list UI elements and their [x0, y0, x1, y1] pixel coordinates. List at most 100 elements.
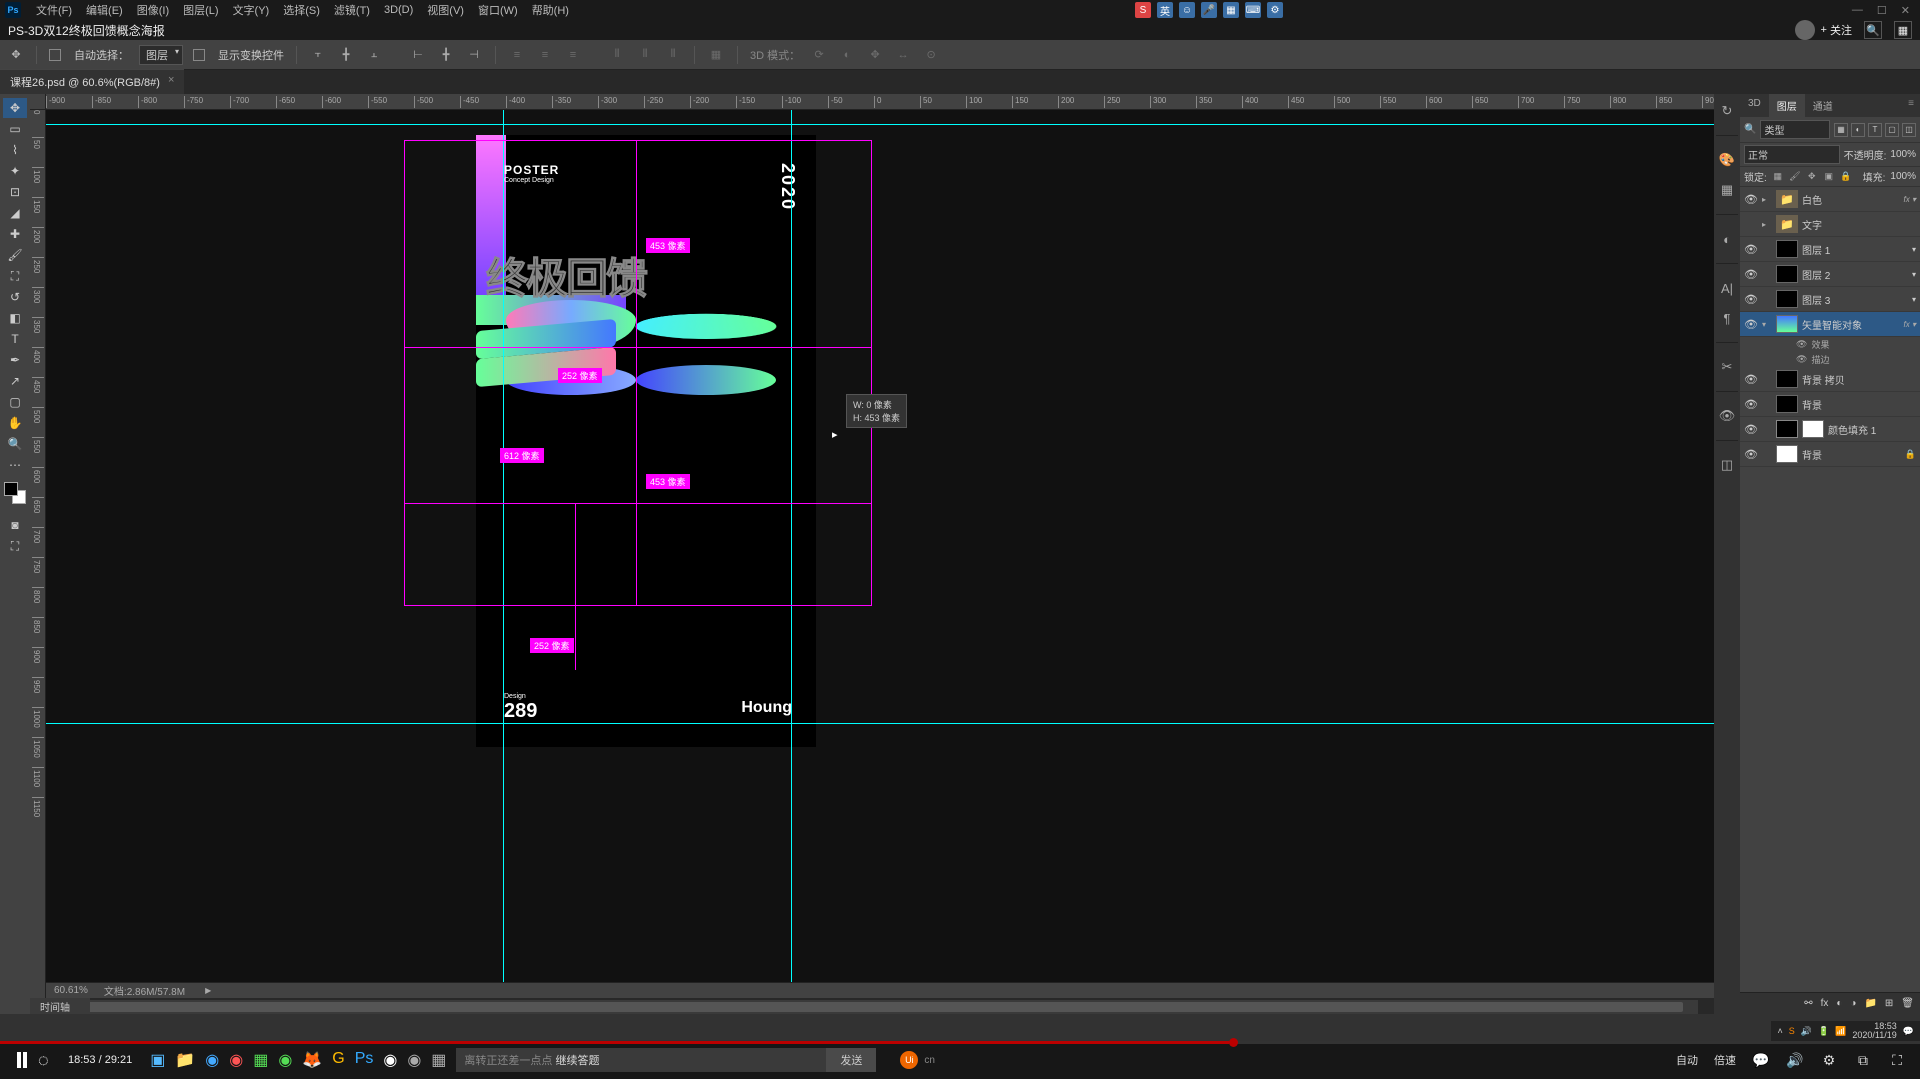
taskbar-app-icon[interactable]: ◉ [278, 1050, 292, 1070]
filter-pixel-icon[interactable]: ▦ [1834, 123, 1848, 137]
layer-name[interactable]: 颜色填充 1 [1828, 422, 1916, 437]
video-progress-bar[interactable] [0, 1041, 1920, 1044]
eyedropper-tool[interactable]: ◢ [3, 203, 27, 223]
visibility-icon[interactable]: 👁 [1744, 423, 1758, 436]
shape-tool[interactable]: ▢ [3, 392, 27, 412]
menu-3d[interactable]: 3D(D) [377, 4, 420, 16]
expand-icon[interactable]: ▸ [1762, 220, 1772, 229]
taskbar-app-icon[interactable]: G [332, 1050, 344, 1070]
dock-swatches-icon[interactable]: ▦ [1718, 181, 1736, 199]
tray-icon[interactable]: 🔋 [1818, 1026, 1829, 1037]
align-left-icon[interactable]: ⊢ [409, 46, 427, 64]
settings-icon[interactable]: ⚙ [1820, 1051, 1838, 1069]
filter-shape-icon[interactable]: ▢ [1885, 123, 1899, 137]
pip-icon[interactable]: ⧉ [1854, 1051, 1872, 1069]
canvas-area[interactable]: -900-850-800-750-700-650-600-550-500-450… [30, 94, 1714, 1014]
taskbar-app-icon[interactable]: 📁 [175, 1050, 195, 1070]
filter-type-dropdown[interactable]: 类型 [1760, 120, 1830, 139]
layer-row[interactable]: 👁 图层 1 ▾ [1740, 237, 1920, 262]
menu-file[interactable]: 文件(F) [29, 2, 79, 18]
visibility-icon[interactable]: 👁 [1744, 293, 1758, 306]
document-tab[interactable]: 课程26.psd @ 60.6%(RGB/8#) × [0, 69, 184, 94]
ime-icon-3[interactable]: ▦ [1223, 2, 1239, 18]
site-logo-icon[interactable]: Ui [900, 1051, 918, 1069]
auto-select-checkbox[interactable] [49, 49, 61, 61]
timeline-tab[interactable]: 时间轴 [30, 998, 90, 1014]
layer-fx-icon[interactable]: fx [1821, 998, 1829, 1009]
layer-name[interactable]: 图层 3 [1802, 292, 1908, 307]
playback-speed-button[interactable]: 倍速 [1714, 1052, 1736, 1068]
ime-icon-5[interactable]: ⚙ [1267, 2, 1283, 18]
menu-image[interactable]: 图像(I) [130, 2, 176, 18]
send-button[interactable]: 发送 [826, 1048, 876, 1072]
layer-name[interactable]: 图层 2 [1802, 267, 1908, 282]
effects-header[interactable]: 👁 效果 [1740, 337, 1920, 352]
auto-select-dropdown[interactable]: 图层 [139, 45, 183, 65]
maximize-icon[interactable]: ☐ [1877, 4, 1887, 17]
tray-notify-icon[interactable]: 💬 [1903, 1026, 1914, 1037]
layer-name[interactable]: 图层 1 [1802, 242, 1908, 257]
guide-horizontal[interactable] [46, 124, 1714, 125]
3d-slide-icon[interactable]: ↔ [894, 46, 912, 64]
zoom-level[interactable]: 60.61% [54, 985, 88, 996]
chevron-down-icon[interactable]: ▾ [1912, 270, 1916, 279]
layer-name[interactable]: 背景 拷贝 [1802, 372, 1916, 387]
document-tab-close-icon[interactable]: × [168, 74, 174, 90]
menu-help[interactable]: 帮助(H) [525, 2, 576, 18]
visibility-icon[interactable]: 👁 [1796, 339, 1807, 350]
close-icon[interactable]: ✕ [1901, 4, 1910, 17]
distribute-3-icon[interactable]: ≡ [564, 46, 582, 64]
brush-tool[interactable]: 🖌 [3, 245, 27, 265]
3d-orbit-icon[interactable]: ⟳ [810, 46, 828, 64]
filter-text-icon[interactable]: T [1868, 123, 1882, 137]
ime-sogou-icon[interactable]: S [1135, 2, 1151, 18]
pause-button[interactable] [6, 1044, 38, 1076]
danmu-toggle-icon[interactable]: 💬 [1752, 1051, 1770, 1069]
taskbar-app-icon[interactable]: ▦ [253, 1050, 268, 1070]
h-scrollbar[interactable] [46, 1000, 1698, 1014]
layer-row[interactable]: 👁 背景 [1740, 392, 1920, 417]
show-transform-checkbox[interactable] [193, 49, 205, 61]
ruler-origin[interactable] [30, 94, 46, 110]
chevron-down-icon[interactable]: ▾ [1912, 245, 1916, 254]
tray-up-icon[interactable]: ˄ [1777, 1026, 1782, 1036]
ime-icon-2[interactable]: 🎤 [1201, 2, 1217, 18]
visibility-icon[interactable]: 👁 [1744, 318, 1758, 331]
more-tools[interactable]: ⋯ [3, 455, 27, 475]
zoom-tool[interactable]: 🔍 [3, 434, 27, 454]
mask-thumbnail[interactable] [1802, 420, 1824, 438]
layer-row[interactable]: 👁 ▸ 📁 白色 fx ▾ [1740, 187, 1920, 212]
layer-thumbnail[interactable] [1776, 370, 1798, 388]
distribute-1-icon[interactable]: ≡ [508, 46, 526, 64]
tray-date[interactable]: 2020/11/19 [1852, 1031, 1896, 1040]
align-hcenter-icon[interactable]: ╋ [437, 46, 455, 64]
layer-thumbnail[interactable] [1776, 290, 1798, 308]
screenmode-tool[interactable]: ⛶ [3, 536, 27, 556]
distribute-2-icon[interactable]: ≡ [536, 46, 554, 64]
workspace-icon[interactable]: ▦ [1894, 21, 1912, 39]
new-layer-icon[interactable]: ⊞ [1885, 998, 1893, 1009]
dock-history-icon[interactable]: ↻ [1718, 102, 1736, 120]
taskbar-app-icon[interactable]: ◉ [205, 1050, 219, 1070]
crop-tool[interactable]: ⊡ [3, 182, 27, 202]
lock-pixels-icon[interactable]: 🖌 [1789, 171, 1801, 183]
wand-tool[interactable]: ✦ [3, 161, 27, 181]
dock-character-icon[interactable]: A| [1718, 279, 1736, 297]
layer-thumbnail[interactable] [1776, 240, 1798, 258]
lasso-tool[interactable]: ⌇ [3, 140, 27, 160]
text-tool[interactable]: T [3, 329, 27, 349]
layers-list[interactable]: 👁 ▸ 📁 白色 fx ▾ ▸ 📁 文字 👁 图层 1 ▾ 👁 [1740, 187, 1920, 992]
expand-icon[interactable]: ▸ [1762, 195, 1772, 204]
chat-input[interactable]: 离转正还差一点点 继续答题 发送 [456, 1048, 876, 1072]
layer-row[interactable]: 👁 图层 3 ▾ [1740, 287, 1920, 312]
layer-name[interactable]: 背景 [1802, 447, 1901, 462]
fg-color-swatch[interactable] [4, 482, 18, 496]
layer-mask-icon[interactable]: ◐ [1836, 998, 1842, 1009]
eraser-tool[interactable]: ◧ [3, 308, 27, 328]
stamp-tool[interactable]: ⛶ [3, 266, 27, 286]
align-bottom-icon[interactable]: ⫠ [365, 46, 383, 64]
taskbar-app-icon[interactable]: ◉ [407, 1050, 421, 1070]
color-swatches[interactable] [4, 482, 26, 504]
fill-value[interactable]: 100% [1890, 171, 1916, 182]
fx-badge[interactable]: fx ▾ [1904, 320, 1916, 329]
